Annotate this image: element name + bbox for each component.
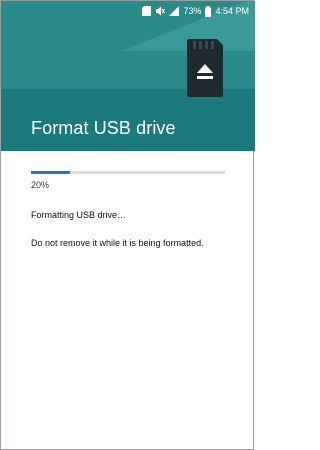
header: 73% 4:54 PM Format USB drive	[1, 1, 255, 151]
battery-icon	[205, 5, 212, 17]
signal-icon	[169, 6, 180, 16]
page-title: Format USB drive	[31, 118, 176, 138]
mute-icon	[155, 6, 166, 16]
clock: 4:54 PM	[215, 6, 249, 16]
sd-card-eject-icon	[187, 39, 223, 97]
progress-percent: 20%	[31, 180, 50, 190]
progress-bar	[31, 171, 225, 174]
status-bar: 73% 4:54 PM	[142, 1, 249, 21]
progress-fill	[31, 171, 70, 174]
status-message: Formatting USB drive…	[31, 210, 127, 220]
battery-label: 73%	[183, 6, 202, 16]
warning-message: Do not remove it while it is being forma…	[31, 238, 204, 248]
sd-card-icon	[142, 6, 152, 16]
